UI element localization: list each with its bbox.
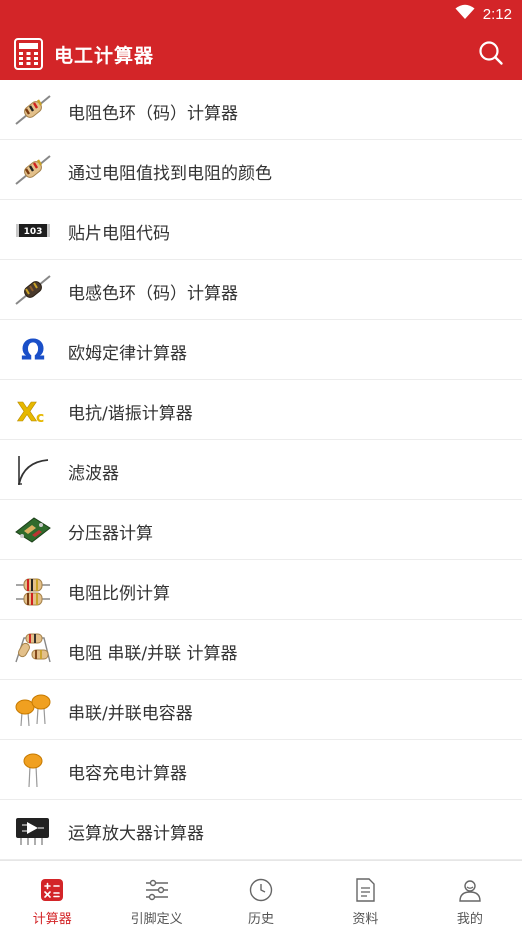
list-item-label: 运算放大器计算器 (68, 824, 204, 844)
nav-calculator[interactable]: 计算器 (0, 861, 104, 928)
list-item-label: 电感色环（码）计算器 (68, 284, 238, 304)
status-bar: 2:12 (0, 0, 522, 28)
user-icon (457, 877, 483, 903)
resistor-icon (14, 92, 52, 128)
resistor-icon (14, 152, 52, 188)
capacitor-icon (14, 752, 52, 788)
search-icon[interactable] (478, 40, 504, 66)
list-item-label: 分压器计算 (68, 524, 153, 544)
reactance-x-glyph: X (17, 398, 37, 428)
resistor-pair-icon (14, 572, 52, 608)
nav-label: 资料 (352, 912, 379, 927)
list-item-reactance-resonance[interactable]: Xc 电抗/谐振计算器 (0, 380, 522, 440)
reactance-icon: Xc (14, 392, 52, 428)
list-item-label: 电抗/谐振计算器 (68, 404, 193, 424)
omega-glyph: Ω (21, 334, 45, 367)
list-item-label: 电阻比例计算 (68, 584, 170, 604)
nav-label: 引脚定义 (130, 912, 183, 927)
list-item-label: 串联/并联电容器 (68, 704, 193, 724)
nav-profile[interactable]: 我的 (418, 861, 522, 928)
inductor-icon (14, 272, 52, 308)
calculator-list: 电阻色环（码）计算器 通过电阻值找到电阻的颜色 103 贴片电阻代码 电感色环（… (0, 80, 522, 860)
nav-label: 历史 (248, 912, 275, 927)
list-item-label: 电容充电计算器 (68, 764, 187, 784)
clock-icon (248, 877, 274, 903)
list-item-resistor-color-code[interactable]: 电阻色环（码）计算器 (0, 80, 522, 140)
nav-history[interactable]: 历史 (209, 861, 313, 928)
list-item-capacitor-series-parallel[interactable]: 串联/并联电容器 (0, 680, 522, 740)
list-item-label: 欧姆定律计算器 (68, 344, 187, 364)
page-title: 电工计算器 (54, 45, 155, 67)
op-amp-chip-icon (14, 812, 52, 848)
status-time: 2:12 (482, 5, 512, 23)
voltage-divider-board-icon (14, 512, 52, 548)
wifi-icon (455, 4, 475, 24)
bottom-nav: 计算器 引脚定义 历史 资料 我的 (0, 860, 522, 928)
list-item-label: 电阻 串联/并联 计算器 (68, 644, 238, 664)
calculator-icon (39, 877, 65, 903)
calculator-app-icon (14, 38, 43, 70)
list-item-filter[interactable]: 滤波器 (0, 440, 522, 500)
nav-label: 我的 (456, 912, 483, 927)
list-item-smd-resistor-code[interactable]: 103 贴片电阻代码 (0, 200, 522, 260)
filter-curve-icon (14, 452, 52, 488)
list-item-op-amp[interactable]: 运算放大器计算器 (0, 800, 522, 860)
list-item-ohms-law[interactable]: Ω 欧姆定律计算器 (0, 320, 522, 380)
list-item-resistor-series-parallel[interactable]: 电阻 串联/并联 计算器 (0, 620, 522, 680)
list-item-resistor-value-to-color[interactable]: 通过电阻值找到电阻的颜色 (0, 140, 522, 200)
capacitor-pair-icon (14, 692, 52, 728)
reactance-c-glyph: c (36, 410, 44, 426)
app-bar: 电工计算器 (0, 28, 522, 80)
document-icon (352, 877, 378, 903)
smd-code-text: 103 (24, 227, 43, 237)
list-item-label: 电阻色环（码）计算器 (68, 104, 238, 124)
nav-pin-definition[interactable]: 引脚定义 (104, 861, 208, 928)
resistor-network-icon (14, 632, 52, 668)
sliders-icon (144, 877, 170, 903)
nav-label: 计算器 (32, 912, 72, 927)
list-item-resistor-ratio[interactable]: 电阻比例计算 (0, 560, 522, 620)
list-item-label: 通过电阻值找到电阻的颜色 (68, 164, 272, 184)
list-item-capacitor-charge[interactable]: 电容充电计算器 (0, 740, 522, 800)
smd-resistor-icon: 103 (14, 212, 52, 248)
list-item-label: 贴片电阻代码 (68, 224, 170, 244)
list-item-inductor-color-code[interactable]: 电感色环（码）计算器 (0, 260, 522, 320)
list-item-voltage-divider[interactable]: 分压器计算 (0, 500, 522, 560)
list-item-label: 滤波器 (68, 464, 119, 484)
nav-documents[interactable]: 资料 (313, 861, 417, 928)
omega-icon: Ω (14, 332, 52, 368)
